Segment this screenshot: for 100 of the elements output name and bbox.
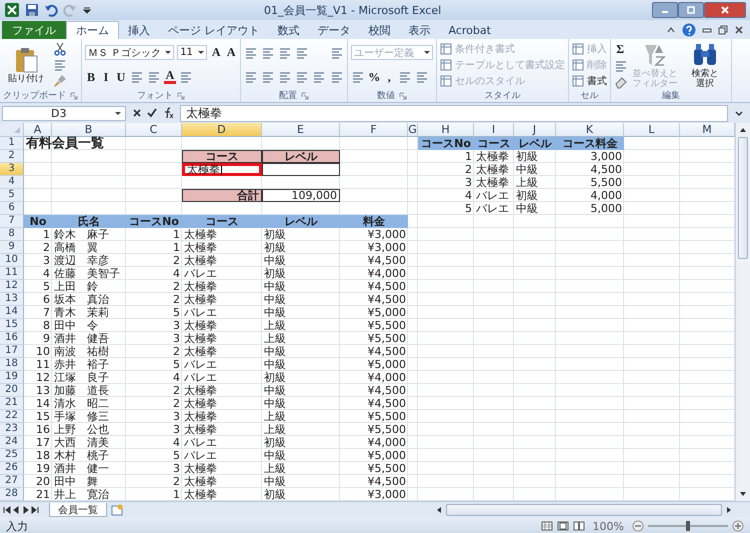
- close-icon[interactable]: [734, 25, 744, 35]
- ribbon-tab[interactable]: 挿入: [119, 21, 159, 39]
- row-header[interactable]: 23: [0, 423, 24, 436]
- ribbon-tab[interactable]: Acrobat: [440, 21, 500, 39]
- check-icon[interactable]: [147, 108, 157, 118]
- column-header[interactable]: F: [340, 123, 408, 137]
- row-header[interactable]: 3: [0, 163, 24, 176]
- cancel-icon[interactable]: [132, 108, 142, 118]
- row-header[interactable]: 1: [0, 137, 24, 150]
- lines-icon[interactable]: [398, 70, 412, 84]
- maximize-button[interactable]: [678, 2, 704, 18]
- row-header[interactable]: 16: [0, 332, 24, 345]
- dropdown-field[interactable]: 11: [177, 45, 208, 60]
- lines-icon[interactable]: [614, 58, 628, 72]
- column-header[interactable]: B: [52, 123, 126, 137]
- function-icon[interactable]: [162, 107, 174, 119]
- zoom-level[interactable]: 100%: [592, 520, 624, 532]
- zoom-out-icon[interactable]: [632, 520, 644, 532]
- lines-icon[interactable]: [130, 70, 144, 84]
- dialog-launcher-icon[interactable]: [301, 92, 310, 100]
- zoom-slider-thumb[interactable]: [686, 521, 690, 531]
- worksheet-grid[interactable]: [0, 123, 735, 501]
- row-header[interactable]: 8: [0, 228, 24, 241]
- close-button[interactable]: [704, 2, 746, 18]
- undo-icon[interactable]: [44, 3, 58, 17]
- dropdown-field[interactable]: ＭＳ Ｐゴシック: [85, 45, 174, 60]
- active-cell[interactable]: 太極拳: [182, 163, 262, 176]
- lines-icon[interactable]: [278, 70, 292, 84]
- lines-icon[interactable]: [278, 46, 292, 60]
- paste-button[interactable]: 貼り付け: [3, 46, 49, 84]
- lines-icon[interactable]: [330, 70, 344, 84]
- excel-logo-icon[interactable]: [4, 2, 20, 18]
- file-tab[interactable]: ファイル: [2, 21, 66, 39]
- row-header[interactable]: 24: [0, 436, 24, 449]
- customize-caret-icon[interactable]: [82, 5, 92, 15]
- row-header[interactable]: 10: [0, 254, 24, 267]
- lines-icon[interactable]: [415, 70, 430, 84]
- column-header[interactable]: M: [680, 123, 735, 137]
- eraser-icon[interactable]: [614, 74, 628, 88]
- row-header[interactable]: 2: [0, 150, 24, 163]
- row-header[interactable]: 18: [0, 358, 24, 371]
- format-button[interactable]: A: [225, 45, 238, 60]
- ribbon-button[interactable]: 書式: [572, 74, 608, 88]
- column-header[interactable]: I: [474, 123, 514, 137]
- lines-icon[interactable]: [330, 46, 344, 60]
- name-box[interactable]: D3: [2, 106, 126, 120]
- lines-icon[interactable]: [244, 70, 258, 84]
- lines-icon[interactable]: [261, 70, 276, 84]
- lines-icon[interactable]: [147, 70, 161, 84]
- row-header[interactable]: 12: [0, 280, 24, 293]
- row-header[interactable]: 7: [0, 215, 24, 228]
- ribbon-tab[interactable]: ページ レイアウト: [159, 21, 268, 39]
- zoom-in-icon[interactable]: [732, 520, 744, 532]
- minimize-ribbon-icon[interactable]: [666, 25, 676, 35]
- scroll-thumb[interactable]: [446, 504, 722, 516]
- format-button[interactable]: A: [210, 45, 222, 60]
- help-icon[interactable]: [682, 23, 696, 37]
- ribbon-tab[interactable]: 表示: [400, 21, 440, 39]
- ribbon-tab[interactable]: ホーム: [66, 21, 119, 39]
- restore-icon[interactable]: [718, 25, 728, 35]
- column-header[interactable]: C: [126, 123, 182, 137]
- column-header[interactable]: E: [262, 123, 340, 137]
- format-button[interactable]: Σ: [614, 42, 626, 56]
- row-header[interactable]: 27: [0, 475, 24, 488]
- page-break-view-icon[interactable]: [572, 520, 585, 532]
- lines-icon[interactable]: [179, 70, 193, 84]
- dialog-launcher-icon[interactable]: [70, 92, 78, 100]
- row-header[interactable]: 19: [0, 371, 24, 384]
- format-button[interactable]: B: [85, 70, 97, 85]
- ribbon-tab[interactable]: データ: [308, 21, 360, 39]
- page-layout-view-icon[interactable]: [556, 520, 569, 532]
- minimize-button[interactable]: [652, 2, 678, 18]
- lines-icon[interactable]: [312, 70, 326, 84]
- scissors-icon[interactable]: [53, 42, 67, 56]
- input-cell[interactable]: [262, 163, 340, 176]
- row-header[interactable]: 22: [0, 410, 24, 423]
- row-header[interactable]: 17: [0, 345, 24, 358]
- row-header[interactable]: 6: [0, 202, 24, 215]
- ribbon-tab[interactable]: 校閲: [360, 21, 400, 39]
- column-header[interactable]: G: [408, 123, 418, 137]
- row-header[interactable]: 21: [0, 397, 24, 410]
- lines-icon[interactable]: [53, 58, 67, 72]
- dialog-launcher-icon[interactable]: [177, 92, 186, 100]
- ribbon-tab[interactable]: 数式: [268, 21, 308, 39]
- lines-icon[interactable]: [244, 46, 258, 60]
- lines-icon[interactable]: [295, 46, 310, 60]
- row-header[interactable]: 28: [0, 488, 24, 501]
- lines-icon[interactable]: [295, 70, 310, 84]
- dialog-launcher-icon[interactable]: [399, 92, 408, 100]
- vertical-scrollbar[interactable]: [735, 123, 750, 501]
- column-header[interactable]: A: [24, 123, 52, 137]
- normal-view-icon[interactable]: [540, 520, 553, 532]
- format-button[interactable]: ,: [383, 70, 396, 85]
- row-header[interactable]: 9: [0, 241, 24, 254]
- lines-icon[interactable]: [261, 46, 276, 60]
- font-color-button[interactable]: A: [164, 70, 176, 84]
- sheet-tab[interactable]: 会員一覧: [49, 502, 107, 516]
- column-header[interactable]: D: [182, 123, 262, 137]
- save-icon[interactable]: [25, 3, 39, 17]
- formula-field[interactable]: 太極拳: [180, 104, 728, 122]
